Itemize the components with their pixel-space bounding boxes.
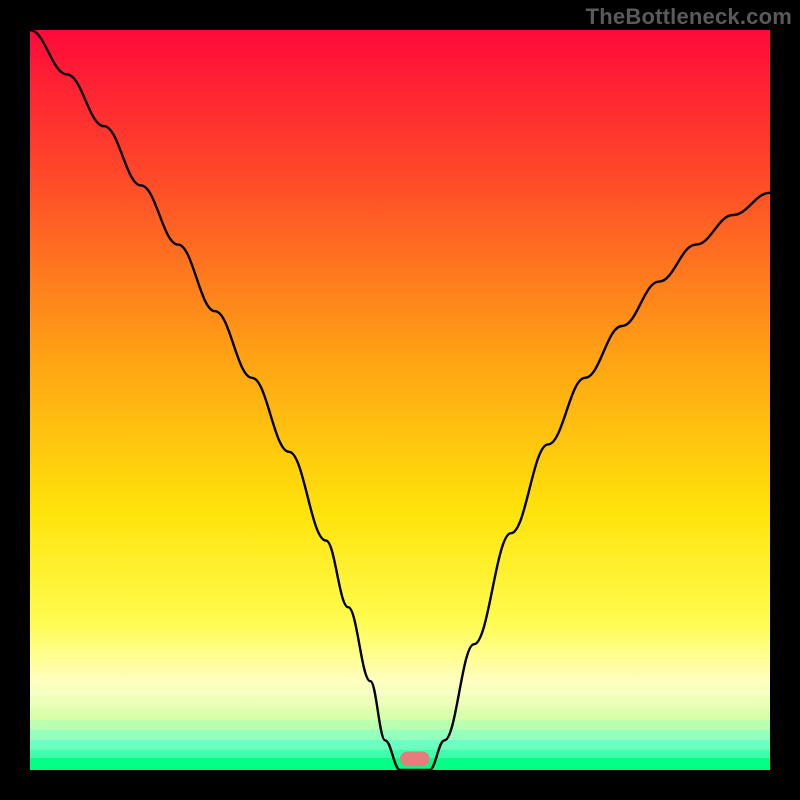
sweet-spot-marker: [400, 752, 430, 767]
chart-bottom-banding: [30, 690, 770, 770]
chart-svg: [0, 0, 800, 800]
chart-gradient-bg: [30, 30, 770, 770]
chart-stage: TheBottleneck.com: [0, 0, 800, 800]
watermark-text: TheBottleneck.com: [586, 4, 792, 30]
